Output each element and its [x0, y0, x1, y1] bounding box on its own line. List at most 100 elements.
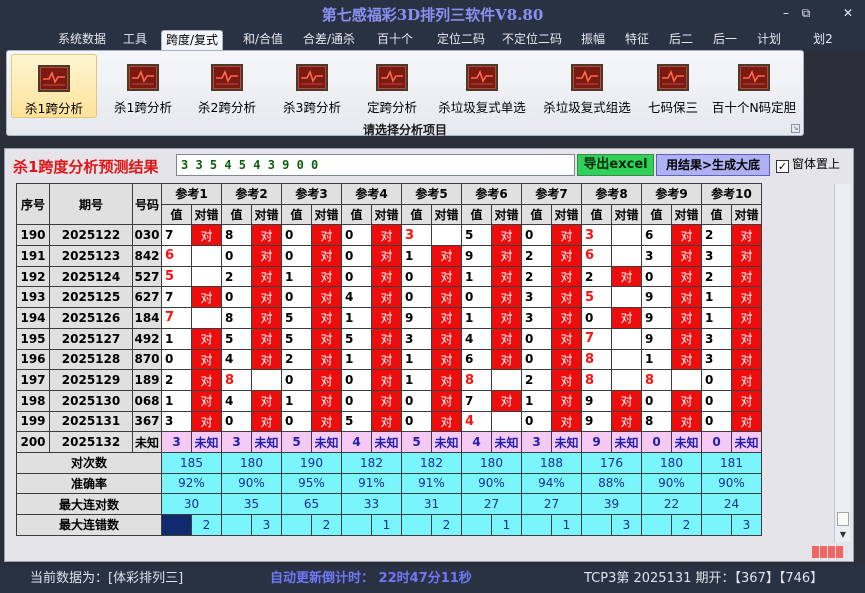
table-row[interactable]: 197 2025129 189 2 对 8 0 对 0 对 1 对 8 2 对 8 8 0 对 — [16, 369, 762, 391]
value-cell: 4 — [461, 410, 492, 433]
match-cell: 对 — [191, 224, 222, 247]
stats-value: 94% — [521, 472, 582, 495]
value-cell: 5 — [281, 307, 312, 329]
value-cell: 8 — [221, 307, 252, 329]
result-field[interactable]: 3 3 5 4 5 4 3 9 0 0 — [176, 154, 575, 176]
match-cell: 对 — [191, 410, 222, 433]
scroll-down-icon[interactable]: ▼ — [835, 528, 851, 542]
menu-item[interactable]: 后一 — [710, 30, 740, 50]
scrollbar-thumb[interactable] — [837, 512, 849, 526]
menu-item[interactable]: 振幅 — [578, 30, 608, 50]
value-cell: 1 — [701, 286, 732, 309]
table-row[interactable]: 192 2025124 527 5 2 对 1 对 0 对 0 对 1 对 2 对 2 对 0 对 2 对 — [16, 265, 762, 288]
value-cell: 3 — [521, 286, 552, 309]
menu-item[interactable]: 特征 — [622, 30, 652, 50]
ribbon-button[interactable]: 杀2跨分析 — [187, 54, 267, 118]
table-row[interactable]: 193 2025125 627 7 对 0 对 0 对 4 对 0 对 0 对 3 对 5 9 对 1 对 — [16, 286, 762, 309]
match-cell: 对 — [551, 224, 582, 247]
sub-header-value: 值 — [221, 203, 252, 226]
value-cell: 8 — [221, 369, 252, 391]
table-row[interactable]: 198 2025130 068 1 对 4 对 1 对 0 对 0 对 7 对 1 对 9 对 0 对 0 对 — [16, 389, 762, 412]
menu-item[interactable]: 计划 — [755, 30, 783, 50]
value-cell: 3 — [161, 410, 192, 433]
stats-spacer — [221, 514, 252, 536]
stats-value: 2 — [191, 514, 222, 536]
sub-header-match: 对错 — [311, 203, 342, 226]
pending-row[interactable]: 200 2025132 未知 3 未知 3 未知 5 未知 4 未知 5 未知 4 未知 3 未知 9 未知 0 未知 0… — [16, 431, 762, 453]
vertical-scrollbar[interactable]: ▼ — [834, 184, 850, 542]
value-cell: 5 — [281, 431, 312, 453]
menu-item[interactable]: 系统数据 — [54, 30, 110, 50]
match-cell: 对 — [551, 286, 582, 309]
value-cell: 1 — [161, 327, 192, 350]
ribbon-button[interactable]: 百十个N码定胆 — [707, 54, 801, 118]
match-cell: 对 — [491, 327, 522, 350]
ribbon-button[interactable]: 杀垃圾复式单选 — [432, 54, 532, 118]
ribbon-button[interactable]: 杀垃圾复式组选 — [537, 54, 637, 118]
ribbon-button[interactable]: 定跨分析 — [356, 54, 428, 118]
match-cell: 对 — [311, 224, 342, 247]
menu-item[interactable]: 不定位二码 — [499, 30, 565, 50]
menu-item[interactable]: 百十个 — [375, 30, 415, 50]
ribbon-expand-icon[interactable]: ↘ — [791, 124, 800, 133]
match-cell: 对 — [671, 224, 702, 247]
menu-bar: 系统数据 工具 跨度/复式 和/合值 合差/通杀 百十个 定位二码 不定位二码 振幅 特征 后二 后一… — [0, 28, 865, 50]
match-cell: 对 — [731, 245, 762, 267]
menu-item[interactable]: 后二 — [667, 30, 695, 50]
ribbon-button[interactable]: 七码保三 — [642, 54, 704, 118]
menu-item[interactable]: 合差/通杀 — [300, 30, 358, 50]
value-cell: 6 — [641, 224, 672, 247]
value-cell: 6 — [581, 245, 612, 267]
value-cell: 8 — [641, 369, 672, 391]
menu-item[interactable]: 定位二码 — [432, 30, 490, 50]
table-row[interactable]: 190 2025122 030 7 对 8 对 0 对 0 对 3 5 对 0 对 3 6 对 2 对 — [16, 224, 762, 247]
match-cell: 对 — [311, 307, 342, 329]
value-cell: 3 — [701, 245, 732, 267]
stats-value: 188 — [521, 451, 582, 474]
menu-item[interactable]: 工具 — [121, 30, 149, 50]
match-cell — [611, 224, 642, 247]
export-excel-button[interactable]: 导出excel — [577, 154, 654, 176]
stats-value: 3 — [251, 514, 282, 536]
value-cell: 0 — [341, 224, 372, 247]
ribbon-button[interactable]: 杀1跨分析 — [103, 54, 183, 118]
table-row[interactable]: 199 2025131 367 3 对 0 对 0 对 5 对 0 对 4 0 对 9 对 8 对 0 对 — [16, 410, 762, 433]
period-cell: 2025126 — [49, 307, 133, 329]
match-cell: 对 — [431, 307, 462, 329]
minimize-button[interactable]: – — [776, 5, 796, 21]
match-cell: 对 — [311, 369, 342, 391]
sub-header-value: 值 — [521, 203, 552, 226]
menu-item[interactable]: 划2 — [811, 30, 835, 50]
match-cell: 对 — [431, 265, 462, 288]
match-cell: 对 — [371, 224, 402, 247]
code-cell: 870 — [132, 348, 162, 371]
ref-header: 参考4 — [341, 183, 402, 205]
ribbon-button[interactable]: 杀3跨分析 — [272, 54, 352, 118]
match-cell: 对 — [251, 245, 282, 267]
match-cell: 未知 — [671, 431, 702, 453]
menu-item[interactable]: 和/合值 — [239, 30, 287, 50]
generate-base-button[interactable]: 用结果>生成大底 — [656, 154, 770, 176]
code-cell: 627 — [132, 286, 162, 309]
chart-icon — [657, 64, 689, 91]
table-row[interactable]: 194 2025126 184 7 8 对 5 对 1 对 9 对 1 对 3 对 0 对 9 对 1 对 — [16, 307, 762, 329]
ribbon-button-label: 杀2跨分析 — [198, 100, 256, 115]
table-row[interactable]: 195 2025127 492 1 对 5 对 5 对 5 对 3 对 4 对 0 对 7 9 对 3 对 — [16, 327, 762, 350]
checkbox-check-icon[interactable]: ✓ — [776, 160, 789, 173]
value-cell: 0 — [521, 410, 552, 433]
topmost-checkbox[interactable]: ✓ 窗体置上 — [776, 155, 840, 175]
match-cell: 对 — [491, 307, 522, 329]
stats-value: 182 — [341, 451, 402, 474]
ribbon-button[interactable]: 杀1跨分析 — [11, 54, 97, 118]
menu-item[interactable]: 跨度/复式 — [161, 30, 223, 50]
value-cell: 0 — [401, 410, 432, 433]
sub-header-value: 值 — [641, 203, 672, 226]
match-cell: 对 — [251, 327, 282, 350]
seq-cell: 200 — [16, 431, 50, 453]
maximize-button[interactable]: ⧉ — [796, 5, 816, 21]
table-row[interactable]: 191 2025123 842 6 0 对 0 对 0 对 1 对 9 对 2 对 6 3 对 3 对 — [16, 245, 762, 267]
value-cell: 9 — [641, 307, 672, 329]
match-cell: 对 — [671, 389, 702, 412]
close-button[interactable]: ✕ — [838, 5, 858, 21]
table-row[interactable]: 196 2025128 870 0 对 4 对 2 对 1 对 1 对 6 对 0 对 8 1 对 3 对 — [16, 348, 762, 371]
